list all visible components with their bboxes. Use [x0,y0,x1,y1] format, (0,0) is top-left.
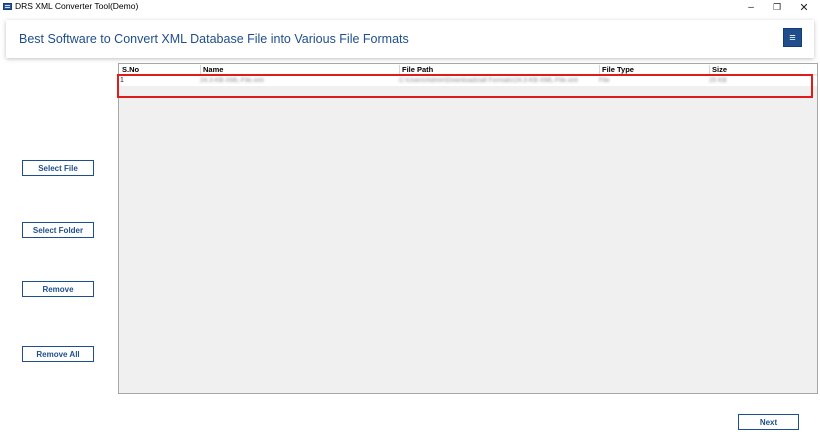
select-file-button[interactable]: Select File [22,160,94,176]
maximize-icon[interactable]: ❐ [766,0,788,14]
app-window: DRS XML Converter Tool(Demo) – ❐ ✕ Best … [0,0,820,432]
remove-button[interactable]: Remove [22,281,94,297]
remove-all-button[interactable]: Remove All [22,346,94,362]
close-icon[interactable]: ✕ [793,0,815,14]
select-folder-button[interactable]: Select Folder [22,222,94,238]
window-title: DRS XML Converter Tool(Demo) [15,1,139,11]
file-table[interactable]: S.No Name File Path File Type Size 1 24.… [118,63,818,394]
minimize-icon[interactable]: – [740,0,762,14]
row-highlight-box [117,74,813,98]
next-button[interactable]: Next [738,414,799,430]
hamburger-menu-icon[interactable]: ≡ [783,28,802,47]
header-banner: Best Software to Convert XML Database Fi… [6,20,814,58]
app-icon [3,3,12,10]
title-bar: DRS XML Converter Tool(Demo) – ❐ ✕ [0,0,820,14]
page-title: Best Software to Convert XML Database Fi… [19,32,409,46]
